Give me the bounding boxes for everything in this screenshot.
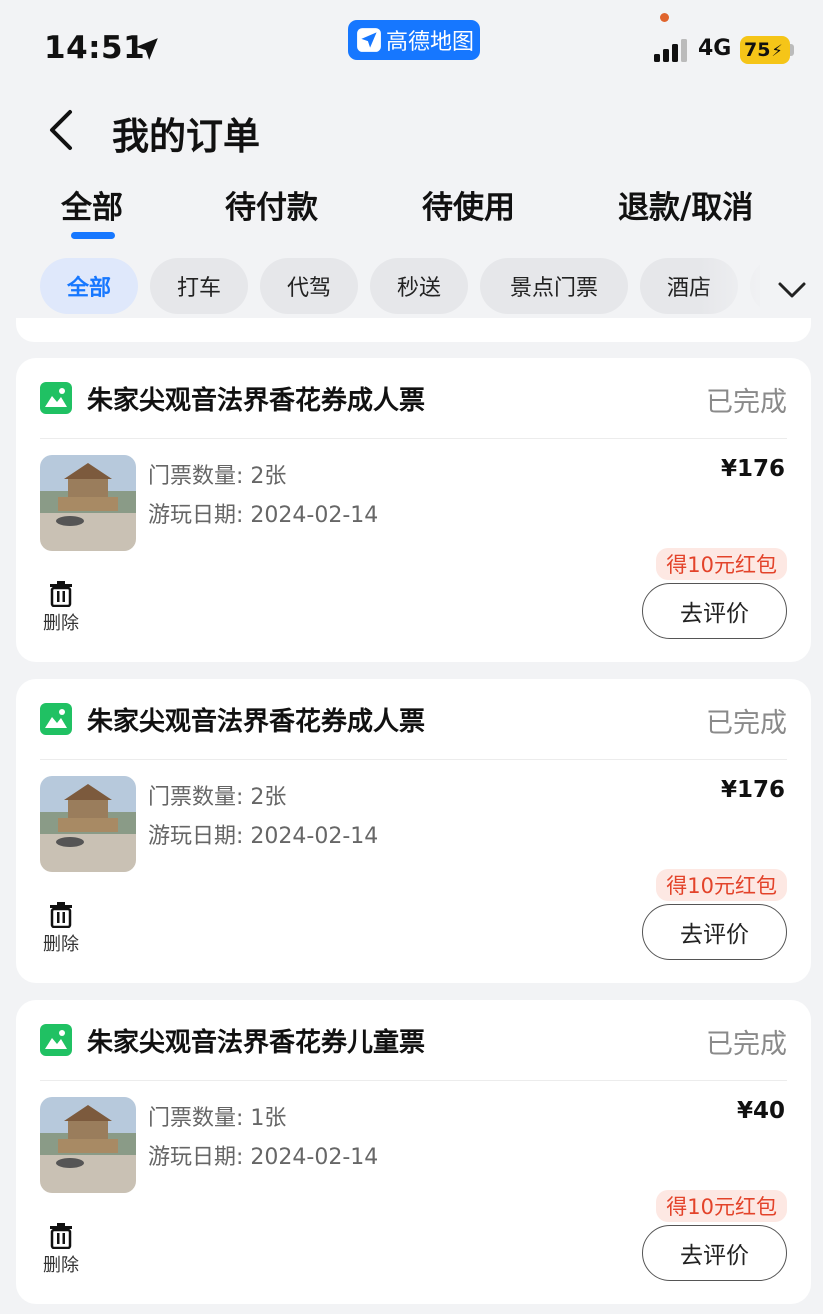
attraction-thumbnail — [40, 776, 136, 872]
chip-chauffeur[interactable]: 代驾 — [260, 258, 358, 314]
delete-label: 删除 — [43, 934, 79, 955]
ticket-quantity: 门票数量: 2张 — [148, 464, 287, 489]
tab-pending-payment[interactable]: 待付款 — [225, 182, 318, 227]
category-filter-bar: 全部 打车 代驾 秒送 景点门票 酒店 — [40, 258, 760, 314]
back-arrow-icon[interactable] — [44, 106, 78, 154]
status-bar: 14:51 高德地图 4G 75 ⚡ — [0, 0, 823, 90]
order-status: 已完成 — [706, 1029, 787, 1060]
attraction-thumbnail — [40, 1097, 136, 1193]
delete-button[interactable]: 删除 — [40, 1223, 82, 1277]
order-price: ¥40 — [736, 1098, 785, 1124]
visit-date: 游玩日期: 2024-02-14 — [148, 503, 379, 528]
review-button[interactable]: 去评价 — [642, 1225, 787, 1281]
ticket-icon — [40, 703, 72, 735]
divider — [40, 438, 787, 439]
delete-button[interactable]: 删除 — [40, 902, 82, 956]
signal-icon — [654, 39, 687, 62]
order-title: 朱家尖观音法界香花券成人票 — [87, 386, 426, 416]
nav-header: 我的订单 — [0, 100, 823, 160]
trash-icon — [50, 902, 72, 928]
app-return-badge[interactable]: 高德地图 — [348, 20, 480, 60]
ticket-icon — [40, 382, 72, 414]
chip-all[interactable]: 全部 — [40, 258, 138, 314]
order-price: ¥176 — [720, 777, 785, 803]
ticket-icon — [40, 1024, 72, 1056]
trash-icon — [50, 581, 72, 607]
order-status: 已完成 — [706, 708, 787, 739]
review-button[interactable]: 去评价 — [642, 904, 787, 960]
delete-button[interactable]: 删除 — [40, 581, 82, 635]
tab-refund-cancel[interactable]: 退款/取消 — [618, 182, 753, 227]
review-button[interactable]: 去评价 — [642, 583, 787, 639]
charging-icon: ⚡ — [771, 40, 783, 60]
order-card[interactable]: 朱家尖观音法界香花券成人票 已完成 门票数量: 2张 游玩日期: 2024-02… — [16, 679, 811, 983]
tab-all[interactable]: 全部 — [61, 182, 123, 227]
amap-logo-icon — [357, 28, 381, 52]
battery-indicator: 75 ⚡ — [740, 36, 790, 64]
app-name: 高德地图 — [386, 30, 475, 55]
status-time: 14:51 — [44, 30, 146, 66]
red-packet-badge: 得10元红包 — [656, 548, 787, 580]
order-price: ¥176 — [720, 456, 785, 482]
order-title: 朱家尖观音法界香花券成人票 — [87, 707, 426, 737]
location-arrow-icon — [136, 38, 158, 60]
network-type: 4G — [698, 36, 732, 61]
delete-label: 删除 — [43, 613, 79, 634]
divider — [40, 759, 787, 760]
chip-express-delivery[interactable]: 秒送 — [370, 258, 468, 314]
ticket-quantity: 门票数量: 1张 — [148, 1106, 287, 1131]
previous-card-edge — [16, 318, 811, 342]
order-card[interactable]: 朱家尖观音法界香花券成人票 已完成 门票数量: 2张 游玩日期: 2024-02… — [16, 358, 811, 662]
red-packet-badge: 得10元红包 — [656, 869, 787, 901]
chip-taxi[interactable]: 打车 — [150, 258, 248, 314]
chip-attraction-tickets[interactable]: 景点门票 — [480, 258, 628, 314]
visit-date: 游玩日期: 2024-02-14 — [148, 1145, 379, 1170]
active-tab-indicator — [71, 232, 115, 239]
ticket-quantity: 门票数量: 2张 — [148, 785, 287, 810]
page-title: 我的订单 — [112, 115, 260, 158]
delete-label: 删除 — [43, 1255, 79, 1276]
battery-tip — [790, 44, 794, 56]
status-tabs: 全部 待付款 待使用 退款/取消 — [0, 182, 823, 242]
battery-level: 75 — [744, 39, 771, 61]
red-packet-badge: 得10元红包 — [656, 1190, 787, 1222]
chevron-down-icon[interactable] — [770, 270, 814, 310]
divider — [40, 1080, 787, 1081]
attraction-thumbnail — [40, 455, 136, 551]
order-title: 朱家尖观音法界香花券儿童票 — [87, 1028, 426, 1058]
visit-date: 游玩日期: 2024-02-14 — [148, 824, 379, 849]
tab-to-use[interactable]: 待使用 — [422, 182, 515, 227]
order-status: 已完成 — [706, 387, 787, 418]
order-card[interactable]: 朱家尖观音法界香花券儿童票 已完成 门票数量: 1张 游玩日期: 2024-02… — [16, 1000, 811, 1304]
recording-dot — [660, 13, 669, 22]
chip-fade-overlay — [700, 248, 770, 322]
trash-icon — [50, 1223, 72, 1249]
